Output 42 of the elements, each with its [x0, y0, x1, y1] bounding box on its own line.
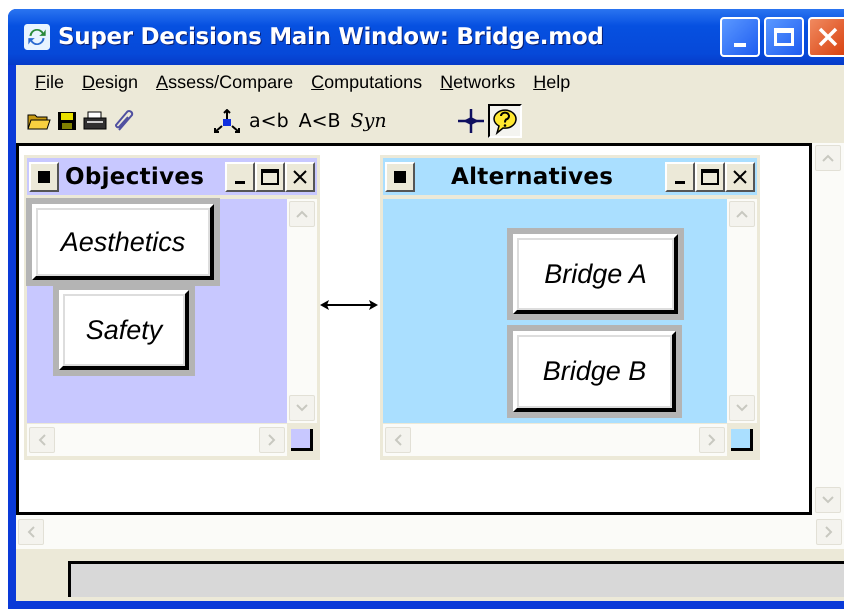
square-icon	[38, 170, 50, 182]
menu-item[interactable]: Assess/Compare	[147, 72, 302, 92]
vertical-scrollbar[interactable]	[287, 199, 317, 423]
window-menu-button[interactable]	[29, 162, 59, 192]
menu-item[interactable]: File	[26, 72, 74, 92]
horizontal-scrollbar[interactable]	[16, 515, 844, 549]
minimize-icon	[675, 180, 685, 184]
horizontal-scrollbar[interactable]	[27, 424, 287, 456]
square-icon	[394, 170, 406, 182]
help-button[interactable]	[488, 104, 522, 138]
maximize-button[interactable]	[695, 162, 725, 192]
vertical-scrollbar[interactable]	[727, 199, 757, 423]
menu-item[interactable]: Help	[524, 72, 580, 92]
toolbar-button[interactable]: A<B	[294, 110, 346, 132]
close-button[interactable]	[725, 162, 755, 192]
menu-item[interactable]: Networks	[431, 72, 524, 92]
close-icon	[293, 170, 307, 184]
cluster-title: Alternatives	[451, 164, 614, 190]
help-icon	[490, 107, 519, 135]
horizontal-scrollbar[interactable]	[383, 424, 727, 456]
cluster-title: Objectives	[65, 164, 204, 190]
maximize-icon	[774, 28, 794, 46]
minimize-icon	[235, 180, 245, 184]
maximize-button[interactable]	[255, 162, 285, 192]
minimize-button[interactable]	[665, 162, 695, 192]
maximize-icon	[261, 168, 279, 184]
vertical-scrollbar[interactable]	[812, 143, 844, 515]
resize-handle[interactable]	[731, 429, 753, 451]
menu-item[interactable]: Design	[73, 72, 148, 92]
maximize-icon	[701, 168, 719, 184]
window-menu-button[interactable]	[385, 162, 415, 192]
window-title: Super Decisions Main Window: Bridge.mod	[58, 24, 604, 50]
refresh-icon	[24, 24, 50, 50]
close-icon	[818, 27, 838, 47]
minimize-button[interactable]	[225, 162, 255, 192]
minimize-icon	[734, 43, 746, 47]
toolbar-button[interactable]: Syn	[346, 110, 392, 132]
close-button[interactable]	[285, 162, 315, 192]
resize-handle[interactable]	[291, 429, 313, 451]
menu-item[interactable]: Computations	[302, 72, 432, 92]
toolbar-button[interactable]: a<b	[244, 110, 294, 132]
close-icon	[733, 170, 747, 184]
